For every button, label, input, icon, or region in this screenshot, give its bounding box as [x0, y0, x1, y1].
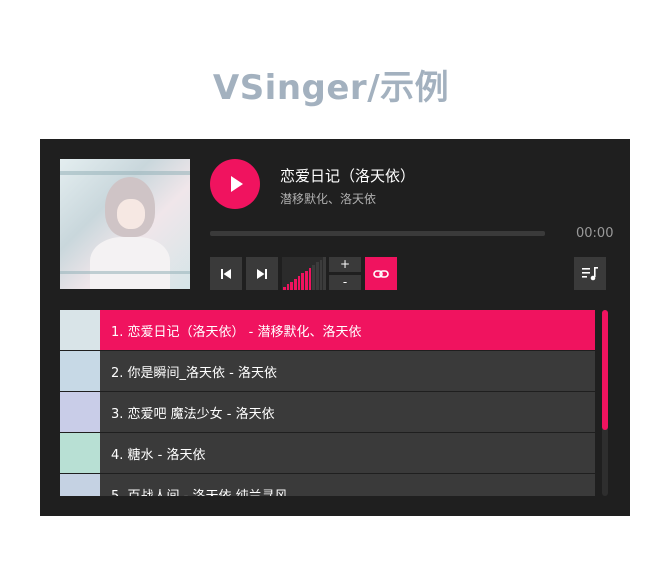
volume-level-bar: [316, 262, 319, 290]
volume-meter[interactable]: [282, 257, 327, 290]
loop-button[interactable]: [365, 257, 397, 290]
volume-level-bar: [301, 273, 305, 290]
music-player: 恋爱日记（洛天依） 潜移默化、洛天依 00:00 + - 1. 恋爱日记（洛天依…: [40, 139, 630, 516]
playlist: 1. 恋爱日记（洛天依） - 潜移默化、洛天依 2. 你是瞬间_洛天依 - 洛天依…: [60, 310, 595, 496]
time-display: 00:00: [576, 226, 614, 241]
volume-level-bar: [283, 287, 286, 290]
playlist-item[interactable]: 5. 百战人间 - 洛天依,纯兰寻风: [60, 474, 595, 496]
volume-level-bar: [305, 271, 308, 290]
track-thumbnail: [60, 433, 100, 473]
playlist-scroll-thumb[interactable]: [602, 310, 608, 430]
volume-down-button[interactable]: -: [329, 275, 361, 290]
volume-level-bar: [323, 257, 327, 290]
progress-bar[interactable]: [210, 231, 545, 236]
play-icon: [231, 176, 243, 192]
album-cover: [60, 159, 190, 289]
volume-level-bar: [308, 268, 312, 290]
song-title: 恋爱日记（洛天依）: [280, 167, 416, 185]
playlist-item[interactable]: 2. 你是瞬间_洛天依 - 洛天依: [60, 351, 595, 391]
skip-next-icon: [257, 268, 267, 279]
playlist-item[interactable]: 3. 恋爱吧 魔法少女 - 洛天依: [60, 392, 595, 432]
track-label: 2. 你是瞬间_洛天依 - 洛天依: [111, 366, 277, 381]
volume-level-bar: [294, 279, 297, 290]
playlist-item[interactable]: 1. 恋爱日记（洛天依） - 潜移默化、洛天依: [60, 310, 595, 350]
track-label: 4. 糖水 - 洛天依: [111, 448, 206, 463]
playlist-button[interactable]: [574, 257, 606, 290]
track-label: 3. 恋爱吧 魔法少女 - 洛天依: [111, 407, 275, 422]
volume-level-bar: [290, 282, 294, 290]
skip-previous-icon: [221, 268, 231, 279]
track-label: 1. 恋爱日记（洛天依） - 潜移默化、洛天依: [111, 325, 362, 340]
play-button[interactable]: [210, 159, 260, 209]
volume-level-bar: [297, 276, 301, 290]
volume-up-button[interactable]: +: [329, 257, 361, 272]
track-thumbnail: [60, 310, 100, 350]
previous-button[interactable]: [210, 257, 242, 290]
track-thumbnail: [60, 474, 100, 496]
track-thumbnail: [60, 351, 100, 391]
playlist-music-icon: [582, 266, 598, 280]
volume-level-bar: [286, 284, 290, 290]
page-title: VSinger/示例: [212, 68, 450, 108]
loop-icon: [373, 269, 389, 278]
volume-level-bar: [312, 265, 316, 290]
volume-level-bar: [319, 260, 323, 290]
next-button[interactable]: [246, 257, 278, 290]
playlist-item[interactable]: 4. 糖水 - 洛天依: [60, 433, 595, 473]
track-thumbnail: [60, 392, 100, 432]
song-artist: 潜移默化、洛天依: [280, 192, 377, 206]
track-label: 5. 百战人间 - 洛天依,纯兰寻风: [111, 485, 288, 496]
